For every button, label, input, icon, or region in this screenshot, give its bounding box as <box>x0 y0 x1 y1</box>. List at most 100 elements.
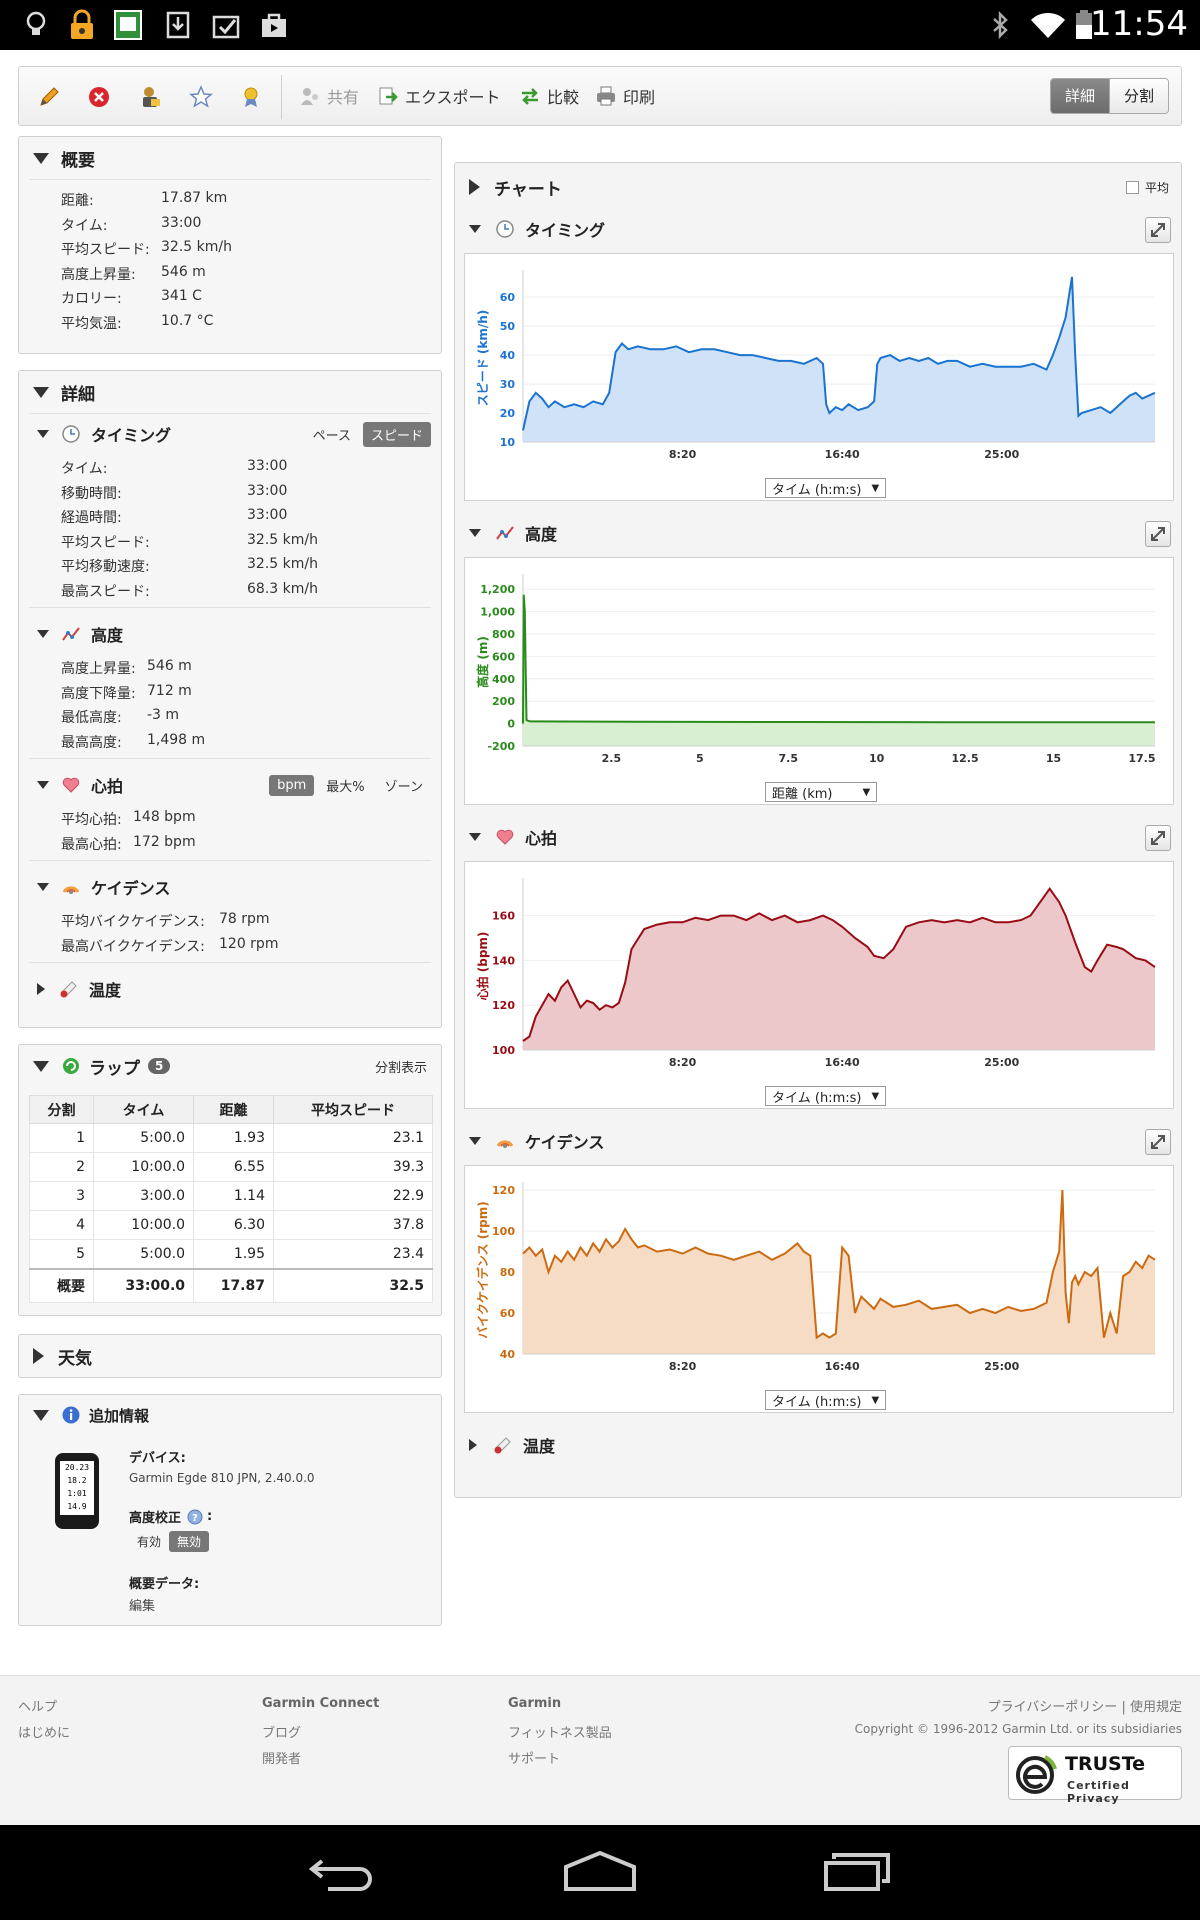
footer-developers-link[interactable]: 開発者 <box>262 1748 301 1767</box>
table-row[interactable]: 1 5:00.0 1.93 23.1 <box>29 1123 433 1153</box>
expand-icon <box>469 179 480 195</box>
cadence-x-axis-dropdown[interactable]: タイム (h:m:s) ▼ <box>765 1390 887 1410</box>
average-option[interactable]: 平均 <box>1125 179 1169 196</box>
footer-copyright: Copyright © 1996-2012 Garmin Ltd. or its… <box>854 1722 1182 1736</box>
edit-link[interactable]: 編集 <box>129 1595 155 1614</box>
compare-button[interactable]: 比較 <box>519 83 579 109</box>
x-tick-label: 10 <box>869 752 885 765</box>
laps-col-header[interactable]: 分割 <box>29 1095 94 1124</box>
summary-row: 平均気温: 10.7 °C <box>61 312 214 332</box>
summary-row: 距離: 17.87 km <box>61 190 228 209</box>
timing-x-axis-dropdown[interactable]: タイム (h:m:s) ▼ <box>765 478 887 498</box>
expand-heart-chart-button[interactable] <box>1145 825 1171 851</box>
elevation-correction-toggle: 有効 無効 <box>129 1531 210 1552</box>
table-row[interactable]: 3 3:00.0 1.14 22.9 <box>29 1181 433 1211</box>
series-area <box>523 888 1155 1050</box>
footer-privacy-link[interactable]: プライバシーポリシー <box>988 1700 1118 1715</box>
home-icon[interactable] <box>562 1849 638 1893</box>
table-row[interactable]: 4 10:00.0 6.30 37.8 <box>29 1210 433 1240</box>
heart-rate-chart: 100 120 140 160 8:20 16:40 25:00 心拍 (bpm) タイム (… <box>464 861 1174 1109</box>
shopping-bag-icon <box>258 9 290 41</box>
footer-help-link[interactable]: ヘルプ <box>18 1696 57 1715</box>
laps-col-header[interactable]: 距離 <box>193 1095 274 1124</box>
laps-col-header[interactable]: 平均スピード <box>273 1095 433 1124</box>
summary-header[interactable]: 概要 <box>19 137 441 179</box>
export-label: エクスポート <box>405 88 501 107</box>
speed-toggle[interactable]: スピード <box>362 422 431 447</box>
footer-legal-links: プライバシーポリシー | 使用規定 <box>987 1700 1182 1715</box>
table-row[interactable]: 2 10:00.0 6.55 39.3 <box>29 1152 433 1182</box>
average-checkbox[interactable] <box>1125 181 1139 194</box>
view-split-button[interactable]: 分割 <box>1108 79 1168 113</box>
print-button[interactable]: 印刷 <box>595 83 655 109</box>
weather-title: 天気 <box>58 1348 92 1369</box>
x-tick-label: 17.5 <box>1128 752 1155 765</box>
temperature-chart-header[interactable]: 温度 <box>455 1429 1181 1461</box>
timing-row: タイム: 33:00 <box>61 458 288 477</box>
heart-icon <box>61 775 81 795</box>
expand-elevation-chart-button[interactable] <box>1145 521 1171 547</box>
y-tick-label: 40 <box>500 1348 516 1361</box>
bpm-toggle[interactable]: bpm <box>269 775 315 796</box>
zone-toggle[interactable]: ゾーン <box>377 773 431 798</box>
summary-title: 概要 <box>61 150 95 171</box>
extra-info-header[interactable]: 追加情報 <box>19 1395 441 1435</box>
expand-cadence-chart-button[interactable] <box>1145 1129 1171 1155</box>
y-tick-label: 40 <box>500 349 516 362</box>
footer-support-link[interactable]: サポート <box>508 1748 560 1767</box>
heart-x-axis-dropdown[interactable]: タイム (h:m:s) ▼ <box>765 1086 887 1106</box>
export-button[interactable]: エクスポート <box>377 83 501 109</box>
x-tick-label: 25:00 <box>984 1056 1019 1069</box>
temperature-subheader[interactable]: 温度 <box>19 969 441 1009</box>
footer-fitness-products-link[interactable]: フィットネス製品 <box>508 1722 612 1741</box>
y-tick-label: 100 <box>492 1044 515 1057</box>
heart-chart-header[interactable]: 心拍 <box>455 821 1181 853</box>
laps-header[interactable]: ラップ 5 分割表示 <box>19 1045 441 1087</box>
charts-header[interactable]: チャート <box>455 171 1181 203</box>
x-tick-label: 8:20 <box>669 1360 697 1373</box>
footer-getting-started-link[interactable]: はじめに <box>18 1722 70 1741</box>
privacy-lock-icon[interactable] <box>139 85 163 109</box>
footer-terms-link[interactable]: 使用規定 <box>1130 1700 1182 1715</box>
delete-icon[interactable] <box>87 85 111 109</box>
timing-chart-header[interactable]: タイミング <box>455 213 1181 245</box>
back-icon[interactable] <box>308 1849 378 1893</box>
view-detail-button[interactable]: 詳細 <box>1050 79 1109 113</box>
favorite-star-icon[interactable] <box>189 85 213 109</box>
truste-badge[interactable]: TRUSTe Certified Privacy <box>1008 1746 1182 1805</box>
max-percent-toggle[interactable]: 最大% <box>318 773 372 798</box>
cadence-chart-header[interactable]: ケイデンス <box>455 1125 1181 1157</box>
split-view-link[interactable]: 分割表示 <box>375 1057 427 1076</box>
timing-subheader[interactable]: タイミング ペース スピード <box>19 414 441 454</box>
footer-blog-link[interactable]: ブログ <box>262 1722 301 1741</box>
elevation-row: 高度下降量: 712 m <box>61 682 192 702</box>
help-icon[interactable]: ? <box>187 1509 203 1525</box>
app-notification-icon <box>112 9 144 41</box>
elevation-chart-header[interactable]: 高度 <box>455 517 1181 549</box>
cadence-subheader[interactable]: ケイデンス <box>19 867 441 907</box>
recent-apps-icon[interactable] <box>822 1849 894 1893</box>
expand-icon <box>33 1348 44 1364</box>
y-tick-label: 50 <box>500 320 516 333</box>
disabled-toggle[interactable]: 無効 <box>169 1531 210 1552</box>
pace-toggle[interactable]: ペース <box>305 422 359 447</box>
elevation-x-axis-dropdown[interactable]: 距離 (km) ▼ <box>765 782 878 802</box>
details-header[interactable]: 詳細 <box>19 371 441 413</box>
enabled-toggle[interactable]: 有効 <box>129 1531 169 1552</box>
edit-pencil-icon[interactable] <box>37 85 61 109</box>
y-tick-label: 80 <box>500 1266 516 1279</box>
y-tick-label: 1,200 <box>480 583 515 596</box>
clock: 11:54 <box>1090 4 1188 44</box>
y-axis-label: 高度 (m) <box>475 636 490 688</box>
clock-icon <box>61 424 81 444</box>
share-button[interactable]: 共有 <box>299 83 359 109</box>
weather-header[interactable]: 天気 <box>19 1335 441 1377</box>
expand-timing-chart-button[interactable] <box>1145 217 1171 243</box>
badge-award-icon[interactable] <box>239 85 263 109</box>
elevation-subheader[interactable]: 高度 <box>19 614 441 654</box>
heart-rate-subheader[interactable]: 心拍 bpm 最大% ゾーン <box>19 765 441 805</box>
device-image: 20.23 18.2 1:01 14.9 <box>55 1453 99 1529</box>
laps-col-header[interactable]: タイム <box>93 1095 194 1124</box>
table-row[interactable]: 5 5:00.0 1.95 23.4 <box>29 1239 433 1269</box>
lock-notification-icon <box>66 9 98 41</box>
